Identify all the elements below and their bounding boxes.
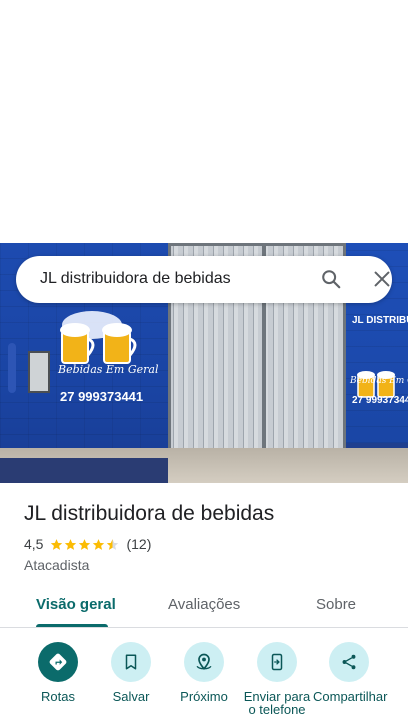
send-to-phone-button[interactable]: Enviar para o telefone (241, 641, 313, 726)
bookmark-icon (125, 654, 137, 670)
place-category: Atacadista (24, 557, 90, 573)
star-icon (79, 538, 91, 550)
sign-right-script: Bebidas Em Geral (350, 376, 408, 386)
share-button[interactable]: Compartilhar (313, 641, 388, 726)
directions-button[interactable]: Rotas (22, 641, 94, 726)
directions-icon (49, 653, 67, 671)
share-icon (342, 654, 356, 670)
sign-left-script: Bebidas Em Geral (58, 363, 159, 376)
tab-about[interactable]: Sobre (316, 596, 356, 613)
place-title: JL distribuidora de bebidas (24, 502, 275, 525)
tab-bar: Visão geral Avaliações Sobre (0, 585, 408, 628)
star-icon (51, 538, 63, 550)
save-button[interactable]: Salvar (95, 641, 167, 726)
review-count[interactable]: (12) (126, 536, 151, 552)
sign-right-phone: 27 999373441 (352, 395, 408, 406)
share-label: Compartilhar (313, 689, 388, 704)
nearby-icon (196, 653, 212, 670)
sign-left-phone: 27 999373441 (60, 389, 144, 404)
electric-meter (28, 351, 50, 393)
sign-right-brand: JL DISTRIBUIDORA (352, 315, 408, 326)
tab-overview[interactable]: Visão geral (36, 596, 116, 613)
star-icon (93, 538, 105, 550)
star-half-icon (107, 538, 119, 550)
send-to-phone-label: Enviar para o telefone (243, 689, 311, 717)
rating-value: 4,5 (24, 536, 44, 552)
tab-reviews[interactable]: Avaliações (168, 596, 240, 613)
active-tab-indicator (36, 624, 108, 627)
place-details-screen: Bebidas Em Geral 27 999373441 JL DISTRIB… (0, 0, 408, 726)
star-icon (65, 538, 77, 550)
directions-label: Rotas (41, 689, 75, 704)
nearby-button[interactable]: Próximo (168, 641, 240, 726)
rating-stars (50, 538, 120, 551)
rating-row[interactable]: 4,5 (12) (24, 536, 151, 552)
search-input[interactable]: JL distribuidora de bebidas (40, 270, 231, 288)
search-bar[interactable]: JL distribuidora de bebidas (16, 256, 392, 303)
send-to-phone-icon (271, 653, 283, 671)
save-label: Salvar (112, 689, 150, 704)
search-icon[interactable] (320, 268, 342, 290)
nearby-label: Próximo (180, 689, 228, 704)
beer-mugs-painting-right (357, 371, 395, 398)
close-icon[interactable] (371, 268, 393, 290)
